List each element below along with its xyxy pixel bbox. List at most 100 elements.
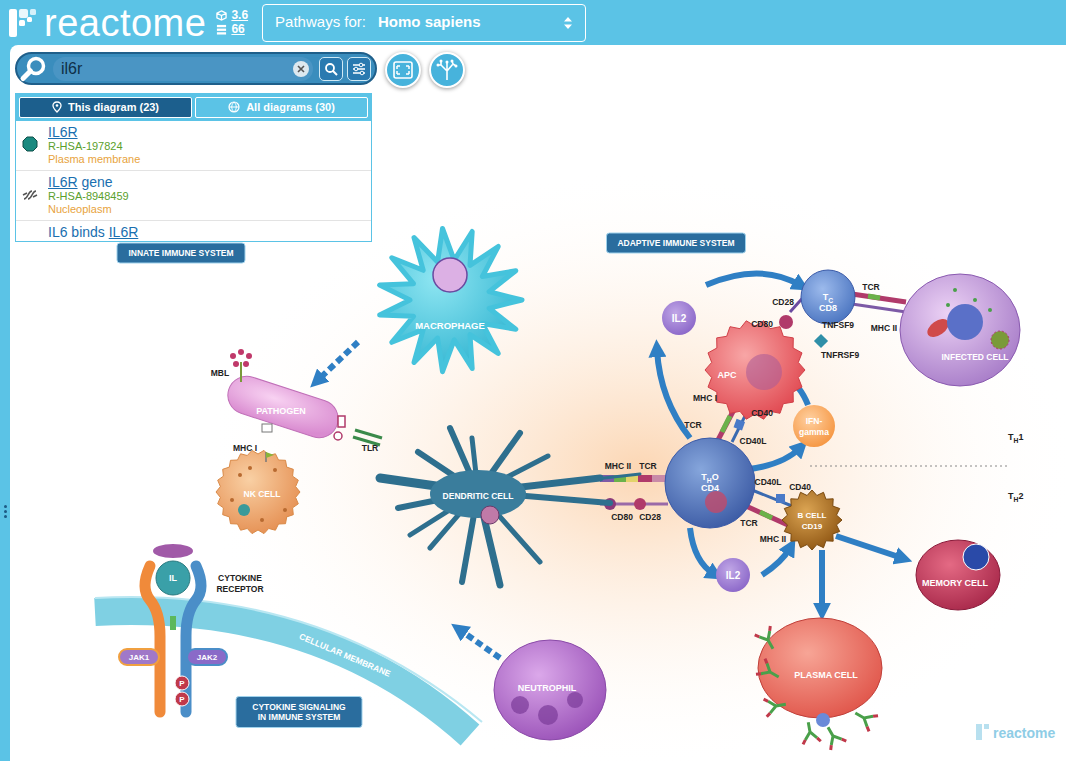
cell-label[interactable]: CD19 <box>802 522 823 531</box>
cell-label[interactable]: DENDRITIC CELL <box>443 491 514 501</box>
il2-molecule[interactable] <box>662 301 696 335</box>
marker-label: TCR <box>684 420 701 430</box>
nk-cell[interactable] <box>216 450 300 533</box>
cell-label[interactable]: PATHOGEN <box>256 406 306 416</box>
plasma-cell[interactable] <box>758 618 882 727</box>
side-handle[interactable] <box>0 45 10 761</box>
cell-label[interactable]: INFECTED CELL <box>941 352 1008 362</box>
flow-arrow <box>819 550 825 610</box>
fireworks-button[interactable] <box>429 52 465 88</box>
sliders-icon <box>352 62 366 76</box>
pathogen-cell[interactable] <box>223 349 345 443</box>
marker-label: MHC I <box>693 393 717 403</box>
cell-label[interactable]: MEMORY CELL <box>922 578 989 588</box>
marker-label: CD28 <box>639 512 661 522</box>
infected-cell[interactable] <box>900 274 1020 386</box>
section-button[interactable]: CYTOKINE SIGNALINGIN IMMUNE SYSTEM <box>236 697 362 728</box>
magnifier-icon <box>19 55 49 83</box>
logo[interactable]: reactome <box>6 4 206 42</box>
species-select[interactable]: Pathways for: Homo sapiens <box>262 4 586 42</box>
dendritic-cell[interactable] <box>380 428 640 585</box>
section-label[interactable]: CYTOKINE SIGNALING <box>252 702 346 712</box>
result-item[interactable]: IL6RR-HSA-197824Plasma membrane <box>16 121 371 171</box>
cell-label[interactable]: NK CELL <box>244 489 281 499</box>
cell-label[interactable]: IL2 <box>726 570 741 581</box>
result-name-part[interactable]: gene <box>78 174 113 190</box>
diagrams-link[interactable]: 66 <box>231 23 244 36</box>
results-tab-label[interactable]: This diagram (23) <box>68 99 159 116</box>
section-button[interactable]: INNATE IMMUNE SYSTEM <box>117 243 245 263</box>
marker-label: TLR <box>362 443 379 453</box>
top-bar: reactome 3.6 66 Pathways for: Homo sapie… <box>0 0 1066 45</box>
cell-label[interactable]: MACROPHAGE <box>415 320 485 331</box>
label-part: 2 <box>1018 491 1023 501</box>
cell-label[interactable]: PLASMA CELL <box>794 670 858 680</box>
result-id: R-HSA-197824 <box>48 140 140 153</box>
result-name-part[interactable]: IL6R <box>48 124 78 140</box>
results-list: IL6RR-HSA-197824Plasma membraneIL6R gene… <box>16 121 371 241</box>
cell-label[interactable]: NEUTROPHIL <box>518 683 577 693</box>
flow-arrow <box>762 548 790 575</box>
cell-label[interactable]: IFN- <box>806 416 823 426</box>
version-link[interactable]: 3.6 <box>231 9 248 22</box>
apc-cell[interactable] <box>705 321 805 419</box>
result-name-part[interactable]: IL6R <box>48 174 78 190</box>
result-item[interactable]: IL6R geneR-HSA-8948459Nucleoplasm <box>16 171 371 221</box>
location-pin-icon <box>52 101 62 113</box>
result-name[interactable]: IL6R gene <box>48 174 129 190</box>
kinase-label: JAK2 <box>197 653 218 662</box>
cell-label[interactable]: B CELL <box>798 511 827 520</box>
results-tab[interactable]: This diagram (23) <box>19 97 192 118</box>
settings-button[interactable] <box>347 57 371 81</box>
results-tab-label[interactable]: All diagrams (30) <box>246 99 335 116</box>
marker-label: CD40L <box>755 477 782 487</box>
species-value[interactable]: Homo sapiens <box>378 11 481 34</box>
results-tab[interactable]: All diagrams (30) <box>195 97 368 118</box>
result-name-part[interactable]: IL6 binds <box>48 224 109 240</box>
ligand-label: IL <box>169 573 178 583</box>
marker-label: CD40 <box>789 482 811 492</box>
result-name[interactable]: IL6R <box>48 124 140 140</box>
logo-text[interactable]: reactome <box>44 4 206 42</box>
phospho-label: P <box>179 679 185 688</box>
cd4-t-cell[interactable] <box>665 438 755 528</box>
result-item[interactable]: IL6 binds IL6R <box>16 221 371 240</box>
marker-label: CD28 <box>772 297 794 307</box>
cell-label[interactable]: gamma <box>799 427 829 437</box>
marker-label: MBL <box>211 368 229 378</box>
label-part: 1 <box>1018 432 1023 442</box>
memory-cell[interactable] <box>916 540 1000 610</box>
marker-label: TCR <box>862 282 879 292</box>
search-input[interactable] <box>53 57 313 81</box>
cell-label[interactable]: CD8 <box>819 303 837 313</box>
il2-molecule[interactable] <box>716 558 750 592</box>
diagram-canvas[interactable]: INNATE IMMUNE SYSTEM ADAPTIVE IMMUNE SYST… <box>10 45 1066 761</box>
watermark: reactome <box>976 724 1055 741</box>
b-cell[interactable] <box>782 490 842 550</box>
section-button[interactable]: ADAPTIVE IMMUNE SYSTEM <box>607 233 746 253</box>
section-label[interactable]: INNATE IMMUNE SYSTEM <box>128 248 233 258</box>
cell-label[interactable]: CD4 <box>701 483 719 493</box>
phospho-label: P <box>179 695 185 704</box>
cube-icon <box>216 10 227 21</box>
cytokine-receptor[interactable] <box>119 544 227 712</box>
search-overlay: This diagram (23)All diagrams (30) IL6RR… <box>15 52 465 242</box>
search-button[interactable] <box>319 57 343 81</box>
helper-subtype-label: TH1 <box>1008 432 1023 444</box>
marker-label: CD80 <box>611 512 633 522</box>
section-label[interactable]: ADAPTIVE IMMUNE SYSTEM <box>617 238 734 248</box>
ifn-gamma-molecule[interactable] <box>793 405 835 447</box>
flow-arrow <box>690 528 714 574</box>
result-name-part[interactable]: IL6R <box>109 224 139 240</box>
clear-button[interactable] <box>293 61 309 77</box>
cell-label[interactable]: APC <box>717 370 737 380</box>
macrophage-cell[interactable] <box>380 228 522 371</box>
section-label[interactable]: IN IMMUNE SYSTEM <box>258 712 341 722</box>
neutrophil-cell[interactable] <box>494 640 606 740</box>
search-icon <box>324 62 338 76</box>
fit-diagram-button[interactable] <box>385 52 421 88</box>
result-name[interactable]: IL6 binds IL6R <box>48 224 138 240</box>
cell-label[interactable]: IL2 <box>672 313 687 324</box>
receptor-label: RECEPTOR <box>216 584 263 594</box>
cd8-t-cell[interactable] <box>801 270 855 324</box>
